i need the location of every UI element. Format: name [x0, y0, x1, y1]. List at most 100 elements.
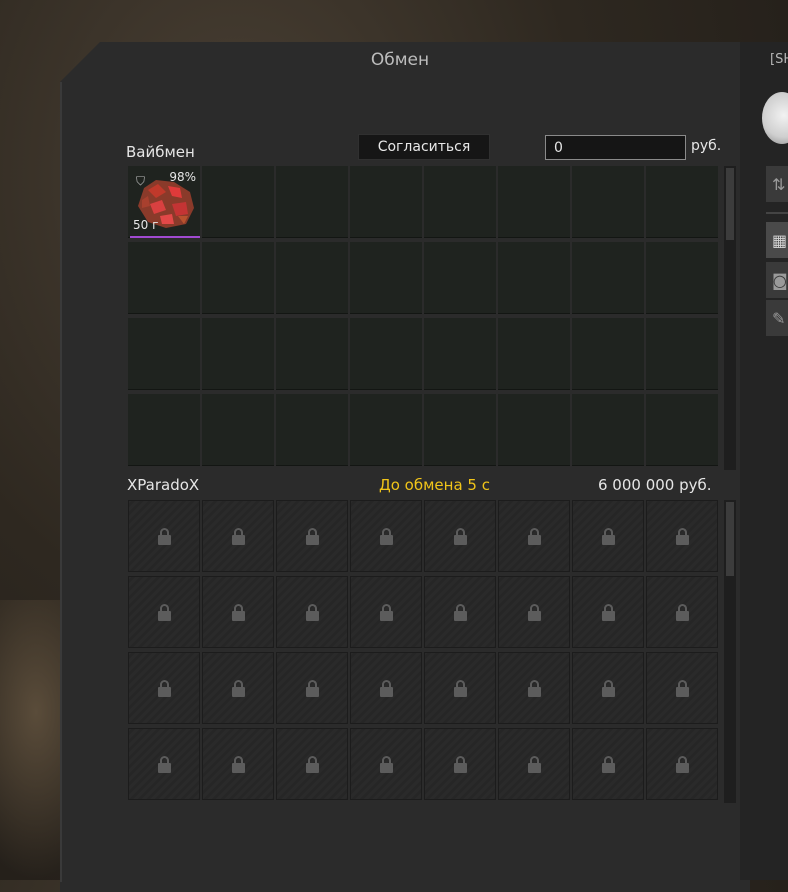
money-input[interactable]: [545, 135, 686, 160]
lock-icon: [231, 679, 245, 697]
lock-icon: [305, 755, 319, 773]
lock-icon: [601, 603, 615, 621]
my-slot[interactable]: [646, 166, 718, 238]
their-slot: [276, 576, 348, 648]
my-slot[interactable]: [350, 394, 422, 466]
my-slot[interactable]: ⛉ 98% 50 г: [128, 166, 200, 238]
my-slot[interactable]: [646, 394, 718, 466]
my-slot[interactable]: [572, 318, 644, 390]
item-durability: 98%: [169, 170, 196, 184]
lock-icon: [231, 755, 245, 773]
my-slot[interactable]: [498, 394, 570, 466]
lock-icon: [231, 527, 245, 545]
lock-icon: [157, 527, 171, 545]
accept-button[interactable]: Согласиться: [358, 134, 490, 160]
my-slot[interactable]: [424, 394, 496, 466]
lock-icon: [675, 679, 689, 697]
my-slot[interactable]: [572, 394, 644, 466]
lock-icon: [379, 527, 393, 545]
my-slot[interactable]: [424, 242, 496, 314]
my-slot[interactable]: [276, 166, 348, 238]
wrench-button[interactable]: ✎: [766, 300, 788, 336]
sort-button[interactable]: ⇅: [766, 166, 788, 202]
my-slot[interactable]: [646, 318, 718, 390]
their-slot: [572, 652, 644, 724]
their-scroll-thumb[interactable]: [726, 502, 734, 576]
shield-icon: ⛉: [136, 174, 146, 188]
lock-icon: [675, 527, 689, 545]
my-slot[interactable]: [202, 318, 274, 390]
their-slot: [276, 652, 348, 724]
side-divider: [766, 212, 788, 214]
their-slot: [202, 652, 274, 724]
lock-icon: [601, 679, 615, 697]
lock-icon: [601, 755, 615, 773]
my-scroll-thumb[interactable]: [726, 168, 734, 240]
trade-timer: До обмена 5 с: [379, 476, 490, 494]
my-slot[interactable]: [128, 242, 200, 314]
sort-icon: ⇅: [772, 174, 786, 194]
their-slot: [128, 728, 200, 800]
their-slot: [646, 652, 718, 724]
their-slot: [276, 500, 348, 572]
their-name: XParadoX: [127, 476, 200, 494]
lock-icon: [601, 527, 615, 545]
lock-icon: [675, 755, 689, 773]
my-slot[interactable]: [498, 318, 570, 390]
my-slot[interactable]: [276, 242, 348, 314]
their-slot: [646, 500, 718, 572]
lock-icon: [379, 679, 393, 697]
camera-icon: ◙: [772, 270, 788, 290]
their-slot: [498, 500, 570, 572]
lock-icon: [527, 527, 541, 545]
lock-icon: [527, 755, 541, 773]
camera-button[interactable]: ◙: [766, 262, 788, 298]
my-slot[interactable]: [350, 166, 422, 238]
their-slot: [646, 728, 718, 800]
their-slot: [498, 576, 570, 648]
my-slot[interactable]: [424, 318, 496, 390]
lock-icon: [305, 603, 319, 621]
lock-icon: [157, 603, 171, 621]
offered-item[interactable]: ⛉ 98% 50 г: [130, 168, 200, 238]
their-slot: [424, 500, 496, 572]
their-slot: [424, 728, 496, 800]
their-slot: [572, 576, 644, 648]
lock-icon: [379, 755, 393, 773]
my-slot[interactable]: [424, 166, 496, 238]
my-name: Вайбмен: [126, 143, 195, 161]
my-slot[interactable]: [202, 394, 274, 466]
my-slot[interactable]: [572, 166, 644, 238]
their-slot: [128, 500, 200, 572]
their-slot: [646, 576, 718, 648]
my-slot[interactable]: [498, 242, 570, 314]
their-slot: [202, 728, 274, 800]
their-slot: [572, 728, 644, 800]
my-slot[interactable]: [276, 394, 348, 466]
their-slot: [276, 728, 348, 800]
their-slot: [350, 728, 422, 800]
window-edge: [60, 82, 62, 882]
my-slot[interactable]: [646, 242, 718, 314]
my-slot[interactable]: [276, 318, 348, 390]
currency-label: руб.: [691, 138, 722, 154]
lock-icon: [231, 603, 245, 621]
my-offer-grid: ⛉ 98% 50 г: [128, 166, 718, 469]
grid-view-icon: ▦: [772, 230, 788, 250]
my-slot[interactable]: [572, 242, 644, 314]
my-slot[interactable]: [128, 394, 200, 466]
my-slot[interactable]: [202, 166, 274, 238]
right-panel-label: [SH: [770, 52, 788, 67]
my-slot[interactable]: [350, 242, 422, 314]
my-slot[interactable]: [350, 318, 422, 390]
lock-icon: [453, 527, 467, 545]
my-slot[interactable]: [498, 166, 570, 238]
lock-icon: [157, 755, 171, 773]
lock-icon: [527, 679, 541, 697]
my-slot[interactable]: [128, 318, 200, 390]
their-slot: [128, 652, 200, 724]
their-slot: [350, 500, 422, 572]
grid-view-button[interactable]: ▦: [766, 222, 788, 258]
lock-icon: [453, 679, 467, 697]
my-slot[interactable]: [202, 242, 274, 314]
